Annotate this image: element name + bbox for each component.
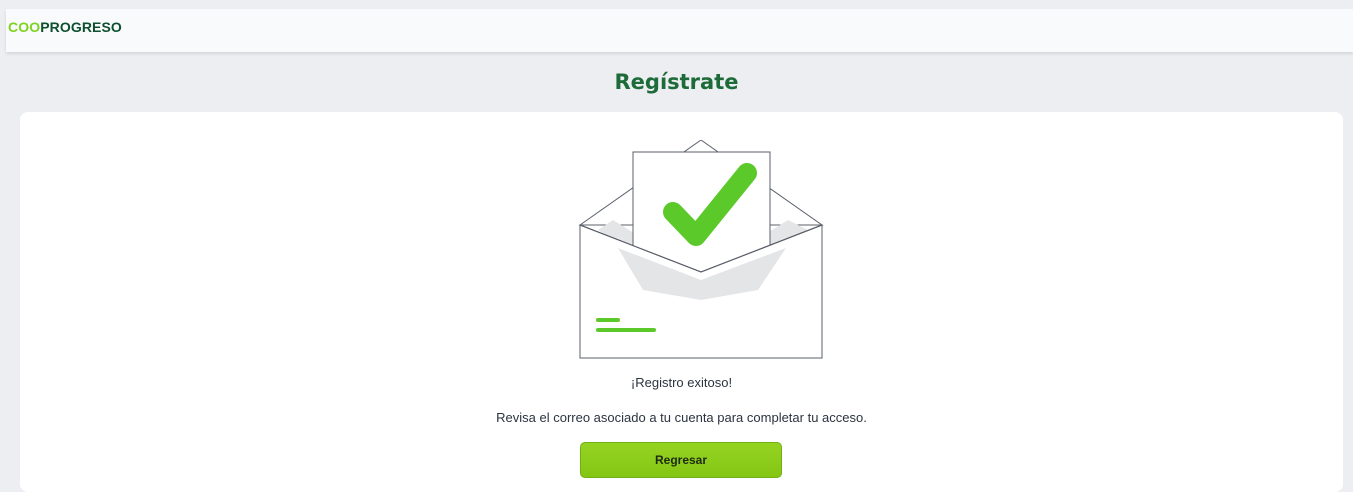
success-heading: ¡Registro exitoso! (630, 375, 733, 390)
logo-suffix: PROGRESO (40, 19, 122, 35)
top-navbar: COOPROGRESO (6, 9, 1353, 52)
back-button[interactable]: Regresar (580, 442, 782, 478)
envelope-checkmark-icon (558, 139, 848, 365)
success-message: Revisa el correo asociado a tu cuenta pa… (496, 410, 867, 425)
page-title: Regístrate (614, 70, 739, 94)
logo-prefix: COO (8, 19, 41, 35)
registration-result-card: ¡Registro exitoso! Revisa el correo asoc… (20, 112, 1343, 492)
brand-logo[interactable]: COOPROGRESO (8, 19, 122, 35)
